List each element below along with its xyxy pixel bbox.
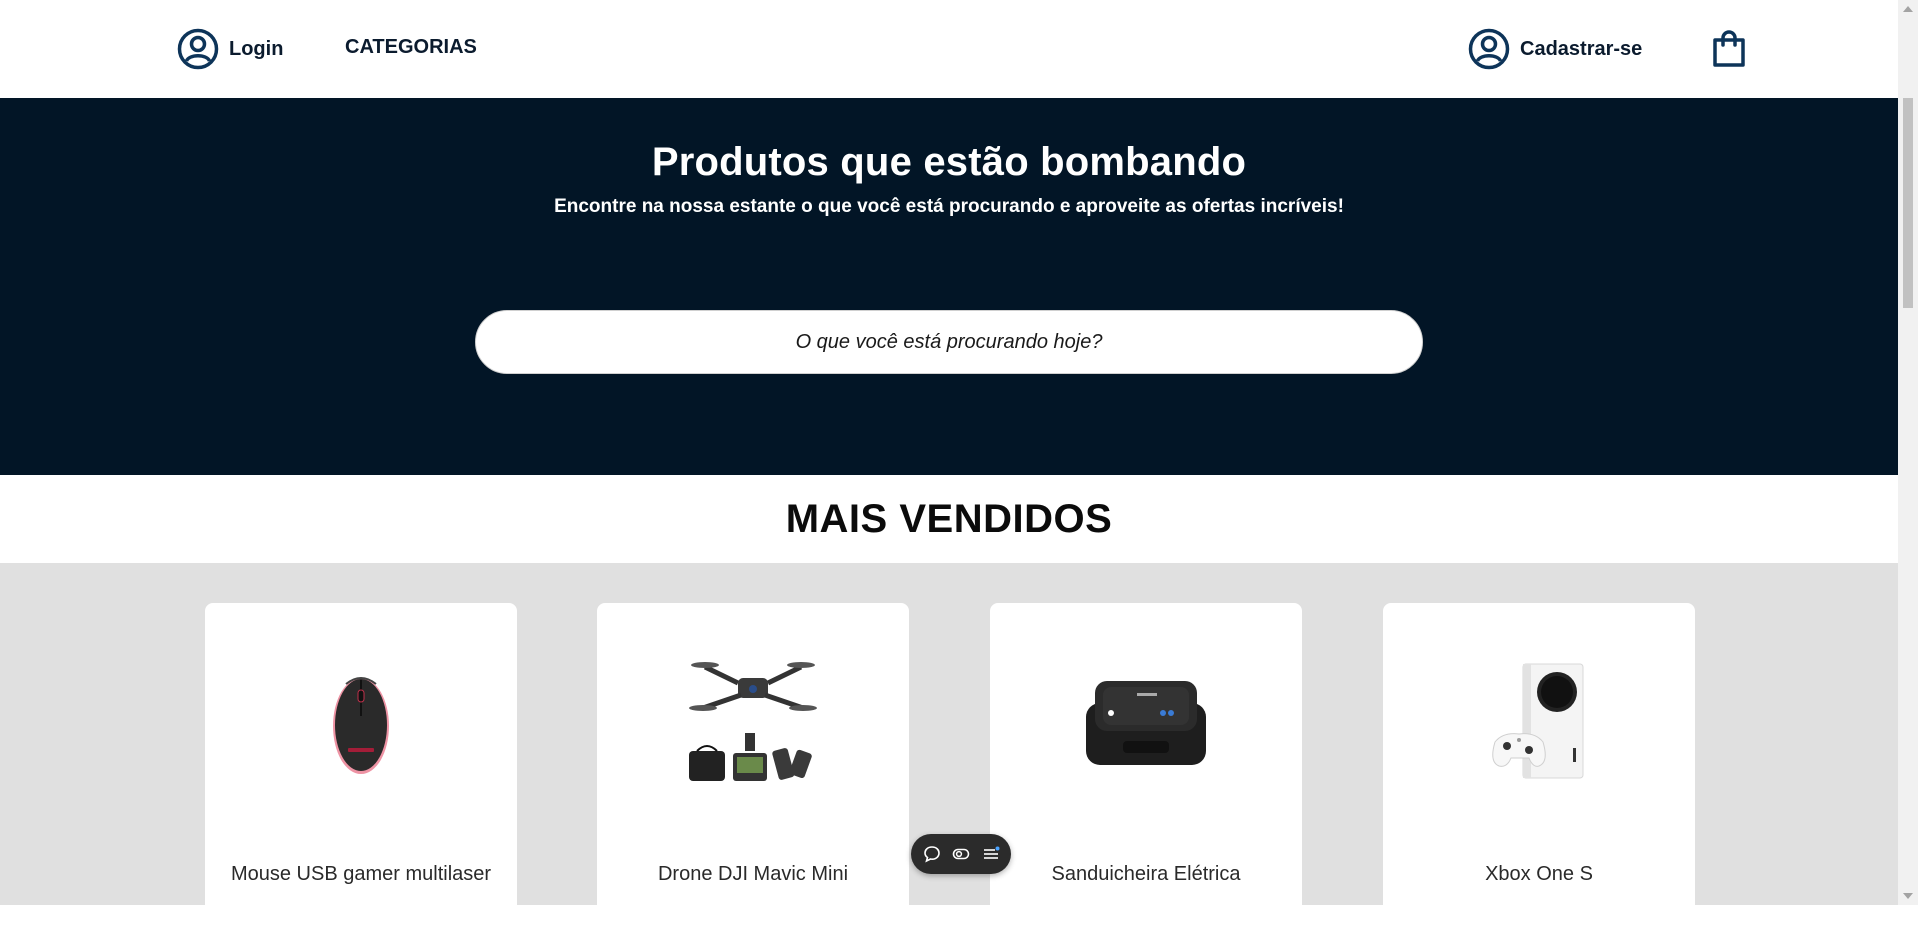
site-header: Login CATEGORIAS Cadastrar-se — [0, 0, 1898, 98]
floating-toolbar — [911, 834, 1011, 874]
categories-label: CATEGORIAS — [345, 36, 477, 58]
product-name: Mouse USB gamer multilaser — [230, 863, 492, 885]
hero-banner: Produtos que estão bombando Encontre na … — [0, 98, 1898, 475]
section-title: MAIS VENDIDOS — [785, 496, 1113, 541]
user-icon — [1468, 28, 1510, 70]
chat-icon[interactable] — [923, 845, 941, 863]
signup-label: Cadastrar-se — [1520, 37, 1643, 60]
product-name: Drone DJI Mavic Mini — [657, 863, 849, 885]
product-name: Sanduicheira Elétrica — [1051, 863, 1241, 885]
mouse-image — [261, 653, 461, 793]
product-card[interactable]: Sanduicheira Elétrica — [990, 603, 1302, 933]
sandwich-maker-image — [1046, 653, 1246, 793]
best-sellers-header: MAIS VENDIDOS — [0, 475, 1898, 563]
scroll-down-arrow-icon[interactable] — [1903, 893, 1913, 899]
signup-link[interactable]: Cadastrar-se — [1468, 28, 1642, 70]
product-card[interactable]: Drone DJI Mavic Mini — [597, 603, 909, 933]
product-card[interactable]: Mouse USB gamer multilaser — [205, 603, 517, 933]
scroll-up-arrow-icon[interactable] — [1903, 6, 1913, 12]
login-label: Login — [229, 37, 284, 60]
categories-link[interactable]: CATEGORIAS — [345, 36, 477, 59]
login-link[interactable]: Login — [177, 28, 283, 70]
menu-icon[interactable] — [982, 845, 1000, 863]
search-input[interactable] — [476, 329, 1422, 355]
search-bar[interactable] — [475, 310, 1423, 374]
hero-subtitle: Encontre na nossa estante o que você est… — [554, 196, 1344, 217]
shopping-bag-icon[interactable] — [1712, 30, 1746, 73]
toggle-icon[interactable] — [952, 845, 970, 863]
xbox-image — [1439, 653, 1639, 793]
product-card[interactable]: Xbox One S — [1383, 603, 1695, 933]
product-name: Xbox One S — [1485, 863, 1593, 885]
hero-title: Produtos que estão bombando — [651, 140, 1247, 184]
scroll-thumb[interactable] — [1903, 98, 1913, 308]
vertical-scrollbar[interactable] — [1898, 0, 1918, 905]
user-icon — [177, 28, 219, 70]
drone-image — [653, 653, 853, 793]
